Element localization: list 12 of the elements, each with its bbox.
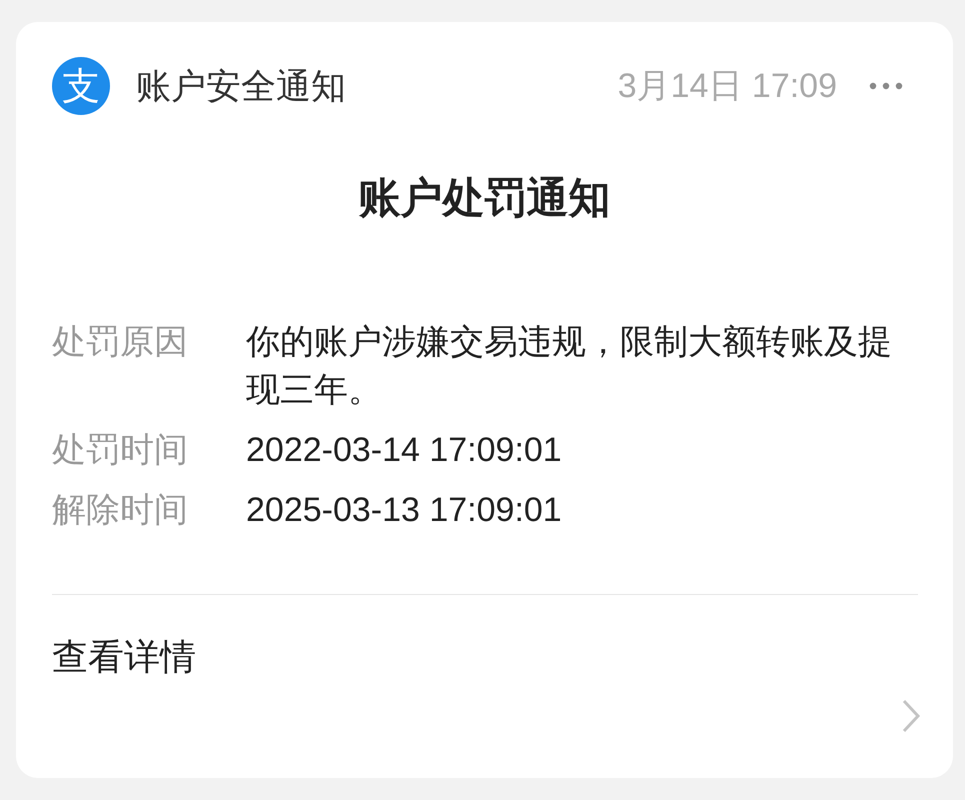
chevron-icon: [901, 698, 921, 734]
field-value: 你的账户涉嫌交易违规，限制大额转账及提现三年。: [246, 322, 893, 411]
notification-source: 账户安全通知: [136, 66, 346, 108]
details-link[interactable]: 查看详情: [52, 633, 196, 682]
field-value: 2022-03-14 17:09:01: [246, 430, 563, 471]
field-label: 解除时间: [52, 490, 189, 531]
notification-time: 3月14日 17:09: [618, 66, 837, 107]
field-label: 处罚原因: [52, 322, 189, 363]
app-logo: 支: [52, 57, 110, 115]
notice-title: 账户处罚通知: [358, 173, 612, 223]
field-value: 2025-03-13 17:09:01: [246, 490, 563, 531]
field-label: 处罚时间: [52, 430, 189, 471]
